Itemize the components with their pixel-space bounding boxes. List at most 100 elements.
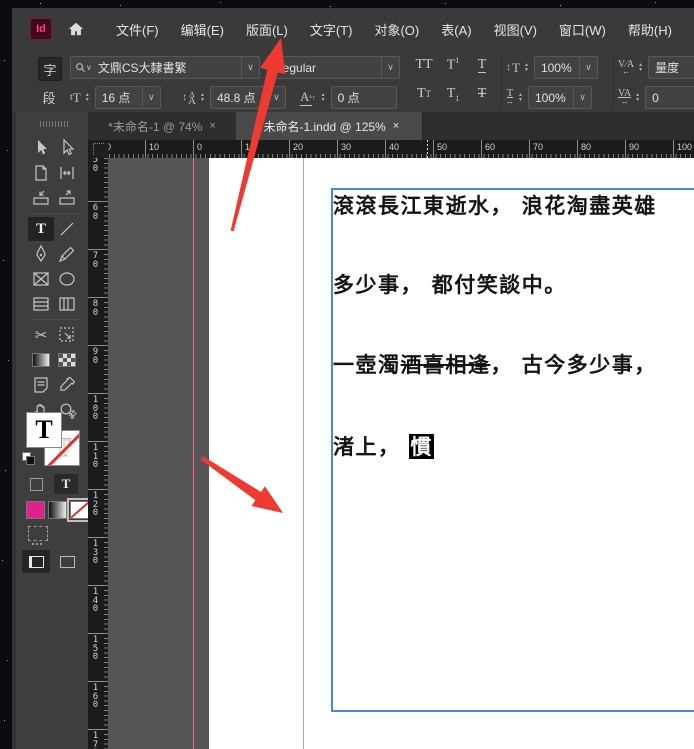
vertical-scale-field[interactable]: 100% ∨: [533, 56, 598, 79]
type-tool-icon[interactable]: T: [28, 217, 54, 241]
menu-h[interactable]: 帮助(H): [617, 14, 683, 45]
ellipse-frame-tool-icon[interactable]: [54, 267, 80, 291]
formatting-affects-container-button[interactable]: [30, 478, 43, 491]
menu-e[interactable]: 编辑(E): [170, 14, 235, 45]
all-caps-button[interactable]: TT: [412, 57, 436, 73]
fill-indicator[interactable]: T: [26, 412, 62, 448]
content-placer-tool-icon[interactable]: [54, 186, 80, 210]
pen-tool-icon[interactable]: [28, 242, 54, 266]
menu-v[interactable]: 视图(V): [483, 14, 548, 45]
menu-t[interactable]: 文字(T): [299, 14, 364, 45]
color-swatch-magenta[interactable]: [26, 501, 45, 519]
chevron-down-icon[interactable]: ∨: [141, 87, 160, 108]
font-size-field[interactable]: 16 点 ∨: [94, 86, 161, 109]
chevron-down-icon[interactable]: ∨: [578, 57, 597, 78]
direct-selection-tool-icon[interactable]: [54, 136, 80, 160]
menu-l[interactable]: 版面(L): [235, 14, 299, 45]
horizontal-scale-field[interactable]: 100% ∨: [528, 86, 592, 109]
panel-drag-grip[interactable]: [40, 121, 68, 127]
gradient-feather-tool-icon[interactable]: [54, 348, 80, 372]
baseline-shift-icon: Aª ↑: [300, 89, 316, 106]
document-canvas[interactable]: 滾滾長江東逝水， 浪花淘盡英雄 多少事， 都付笑談中。 一壺濁酒喜相逢， 古今多少事…: [108, 158, 694, 749]
note-tool-icon[interactable]: [28, 373, 54, 397]
character-formatting-button[interactable]: 字: [38, 57, 62, 81]
ruler-label: 120: [92, 491, 99, 518]
text-segment: 滾滾長江東逝水， 浪花淘盡英雄: [333, 193, 657, 218]
ruler-tick: [88, 345, 108, 346]
default-fill-stroke-icon[interactable]: [22, 452, 35, 465]
ruler-label: 50: [92, 158, 99, 174]
horizontal-grid-tool-icon[interactable]: [28, 292, 54, 316]
normal-view-button[interactable]: [22, 550, 50, 573]
chevron-down-icon[interactable]: ∨: [381, 57, 399, 78]
eyedropper-tool-icon[interactable]: [54, 373, 80, 397]
horizontal-ruler[interactable]: 20100102030405060708090100: [108, 140, 694, 158]
search-icon: ∨: [71, 62, 92, 73]
tools: T ✂: [28, 136, 84, 423]
font-size-stepper[interactable]: ▲ ▼: [82, 87, 93, 108]
font-style-combo[interactable]: Regular ∨: [267, 56, 400, 79]
strikethrough-button[interactable]: T: [470, 86, 494, 102]
ruler-label: 10: [245, 142, 256, 152]
small-caps-button[interactable]: TT: [412, 86, 436, 102]
swap-fill-stroke-icon[interactable]: ⇄: [65, 407, 80, 422]
indesign-app: Id 文件(F) 编辑(E) 版面(L) 文字(T) 对象(O) 表(A) 视图(V) 窗口(…: [0, 0, 694, 749]
document-tab-2[interactable]: *未命名-1.indd @ 125% ×: [236, 112, 423, 140]
kerning-stepper[interactable]: ▲ ▼: [635, 57, 646, 78]
ruler-label: 60: [485, 142, 496, 152]
ruler-tick: [88, 729, 108, 730]
ruler-origin-corner[interactable]: [88, 140, 108, 158]
chevron-down-icon[interactable]: ∨: [573, 87, 591, 108]
paragraph-formatting-button[interactable]: 段: [38, 86, 60, 108]
vertical-scale-stepper[interactable]: ▲ ▼: [521, 57, 532, 78]
close-tab-icon[interactable]: ×: [209, 120, 215, 132]
content-collector-tool-icon[interactable]: [28, 186, 54, 210]
scissors-tool-icon[interactable]: ✂: [28, 323, 54, 347]
baseline-shift-stepper[interactable]: ▲ ▼: [318, 87, 329, 108]
menu-w[interactable]: 窗口(W): [548, 14, 617, 45]
close-tab-icon[interactable]: ×: [393, 120, 399, 132]
menu-a[interactable]: 表(A): [430, 14, 482, 45]
baseline-shift-field[interactable]: 0 点: [330, 86, 397, 109]
preview-view-button[interactable]: [54, 550, 80, 573]
chevron-down-icon[interactable]: ∨: [266, 87, 285, 108]
chevron-down-icon[interactable]: ∨: [241, 57, 259, 78]
pencil-tool-icon[interactable]: [54, 242, 80, 266]
gradient-swatch[interactable]: [48, 501, 67, 519]
selected-character: 慣: [409, 434, 434, 459]
vertical-ruler[interactable]: 50 60 70 80 90 100 110 120 130 140 150 160 170: [88, 158, 108, 749]
tracking-field[interactable]: 0: [645, 86, 694, 109]
menu-o[interactable]: 对象(O): [363, 14, 430, 45]
horizontal-scale-stepper[interactable]: ▲ ▼: [515, 87, 526, 108]
rectangle-frame-tool-icon[interactable]: [28, 267, 54, 291]
subscript-button[interactable]: T1: [441, 86, 465, 103]
gradient-swatch-tool-icon[interactable]: [28, 348, 54, 372]
ruler-position-marker: [427, 140, 428, 158]
menu-f[interactable]: 文件(F): [105, 14, 170, 45]
page-tool-icon[interactable]: [28, 161, 54, 185]
home-icon[interactable]: [65, 18, 87, 40]
kerning-field[interactable]: 量度: [648, 56, 694, 79]
ruler-label: 10: [149, 142, 160, 152]
leading-stepper[interactable]: ▲ ▼: [197, 87, 208, 108]
selection-tool-icon[interactable]: [28, 136, 54, 160]
ruler-tick: [337, 140, 338, 158]
underline-button[interactable]: T: [470, 56, 494, 73]
formatting-affects-text-button[interactable]: T: [54, 474, 78, 494]
ruler-label: 110: [92, 443, 99, 470]
tracking-stepper[interactable]: ▲ ▼: [632, 87, 643, 108]
text-line-2: 多少事， 都付笑談中。: [333, 271, 567, 298]
document-tab-1[interactable]: *未命名-1 @ 74% ×: [88, 112, 237, 140]
superscript-button[interactable]: T1: [441, 56, 465, 74]
apply-effects-icon[interactable]: [28, 526, 48, 545]
menu-bar: Id 文件(F) 编辑(E) 版面(L) 文字(T) 对象(O) 表(A) 视图(V) 窗口(…: [12, 8, 694, 50]
vertical-grid-tool-icon[interactable]: [54, 292, 80, 316]
font-family-combo[interactable]: ∨ 文鼎CS大隸書繁 ∨: [70, 56, 260, 79]
leading-field[interactable]: 48.8 点 ∨: [209, 86, 286, 109]
none-swatch[interactable]: [67, 498, 92, 522]
ruler-tick: [145, 140, 146, 158]
free-transform-tool-icon[interactable]: [54, 323, 80, 347]
gap-tool-icon[interactable]: [54, 161, 80, 185]
line-tool-icon[interactable]: [54, 217, 80, 241]
indesign-logo-icon[interactable]: Id: [30, 18, 52, 40]
